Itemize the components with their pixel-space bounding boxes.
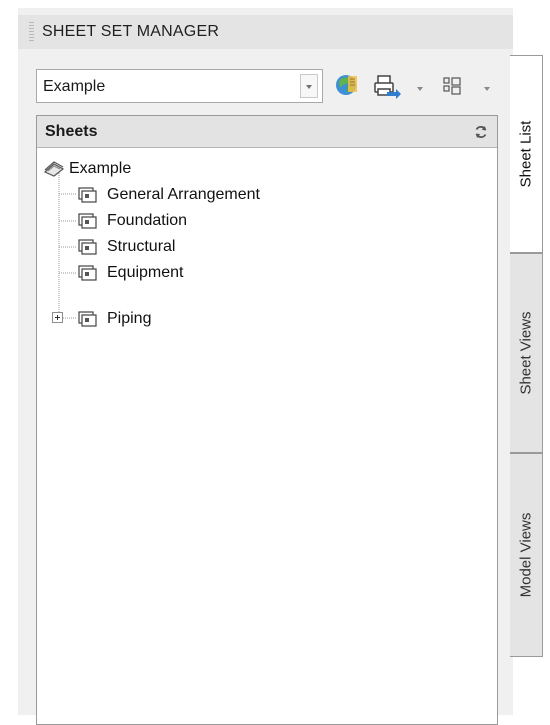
tab-sheet-views-label: Sheet Views: [517, 311, 535, 395]
chevron-down-icon[interactable]: [300, 74, 318, 98]
sheets-header-title: Sheets: [45, 123, 98, 140]
sheets-header: Sheets: [37, 116, 497, 148]
tab-sheet-list-label: Sheet List: [517, 120, 535, 188]
publish-dropdown-arrow-icon[interactable]: [417, 87, 423, 91]
tree-item-structural[interactable]: Structural: [77, 234, 377, 260]
view-options-dropdown-arrow-icon[interactable]: [484, 87, 490, 91]
tree-item-equipment[interactable]: Equipment: [77, 260, 377, 286]
publish-icon[interactable]: [370, 70, 404, 102]
tab-sheet-views[interactable]: Sheet Views: [510, 253, 543, 453]
sheet-icon: [77, 310, 99, 328]
tree-item-piping[interactable]: Piping: [77, 306, 377, 332]
tree-item-label: Foundation: [107, 212, 188, 229]
expand-plus-icon[interactable]: [52, 312, 63, 323]
tree-root-label: Example: [69, 160, 132, 177]
top-strip: [0, 0, 550, 8]
refresh-icon[interactable]: [473, 124, 489, 140]
tree-item-label: General Arrangement: [107, 186, 260, 203]
tab-sheet-list[interactable]: Sheet List: [510, 55, 543, 253]
tree-item-foundation[interactable]: Foundation: [77, 208, 377, 234]
tab-model-views-label: Model Views: [517, 512, 535, 598]
tree-item-general-arrangement[interactable]: General Arrangement: [77, 182, 377, 208]
side-tab-strip: Sheet List Sheet Views Model Views: [510, 55, 550, 660]
tab-model-views[interactable]: Model Views: [510, 453, 543, 657]
tree-item-label: Structural: [107, 238, 176, 255]
tree-item-label: Piping: [107, 310, 152, 327]
sheet-icon: [77, 212, 99, 230]
sheets-tree-panel[interactable]: Sheets Example General Arrangement Found…: [36, 115, 498, 725]
sheet-icon: [77, 238, 99, 256]
sheet-set-select-value: Example: [43, 78, 106, 95]
tree-root-example[interactable]: Example: [42, 156, 342, 182]
sheet-set-select[interactable]: Example: [36, 69, 323, 103]
sheet-icon: [77, 186, 99, 204]
tree-item-label: Equipment: [107, 264, 184, 281]
sheet-set-icon[interactable]: [333, 70, 363, 102]
panel-title: SHEET SET MANAGER: [42, 23, 220, 40]
sheet-set-icon: [42, 160, 66, 178]
drag-grip-icon[interactable]: [29, 22, 34, 42]
view-options-icon[interactable]: [441, 70, 465, 102]
sheet-icon: [77, 264, 99, 282]
